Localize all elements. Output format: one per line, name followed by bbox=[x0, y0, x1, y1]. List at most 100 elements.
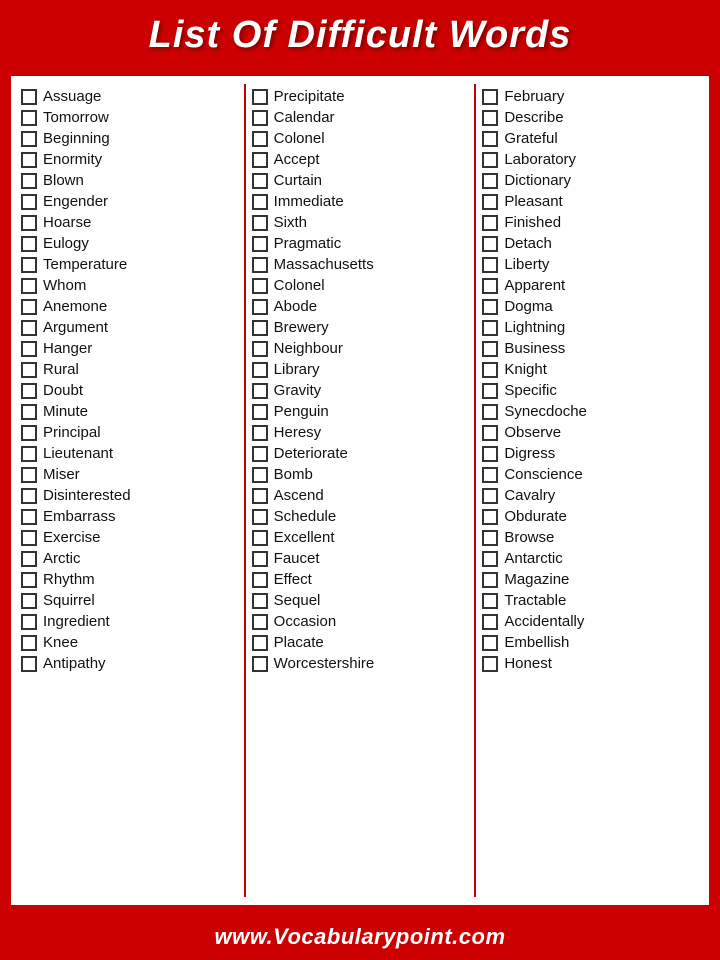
checkbox-icon[interactable] bbox=[252, 194, 268, 210]
list-item[interactable]: Obdurate bbox=[482, 506, 699, 527]
list-item[interactable]: Antarctic bbox=[482, 548, 699, 569]
list-item[interactable]: Precipitate bbox=[252, 86, 469, 107]
checkbox-icon[interactable] bbox=[252, 173, 268, 189]
checkbox-icon[interactable] bbox=[21, 320, 37, 336]
list-item[interactable]: Heresy bbox=[252, 422, 469, 443]
checkbox-icon[interactable] bbox=[21, 572, 37, 588]
list-item[interactable]: Observe bbox=[482, 422, 699, 443]
checkbox-icon[interactable] bbox=[252, 236, 268, 252]
list-item[interactable]: Describe bbox=[482, 107, 699, 128]
list-item[interactable]: Ascend bbox=[252, 485, 469, 506]
list-item[interactable]: Disinterested bbox=[21, 485, 238, 506]
checkbox-icon[interactable] bbox=[252, 488, 268, 504]
list-item[interactable]: Neighbour bbox=[252, 338, 469, 359]
list-item[interactable]: Embarrass bbox=[21, 506, 238, 527]
checkbox-icon[interactable] bbox=[482, 341, 498, 357]
checkbox-icon[interactable] bbox=[21, 467, 37, 483]
checkbox-icon[interactable] bbox=[21, 152, 37, 168]
list-item[interactable]: Embellish bbox=[482, 632, 699, 653]
list-item[interactable]: Lieutenant bbox=[21, 443, 238, 464]
checkbox-icon[interactable] bbox=[252, 362, 268, 378]
list-item[interactable]: Whom bbox=[21, 275, 238, 296]
checkbox-icon[interactable] bbox=[21, 341, 37, 357]
list-item[interactable]: Sixth bbox=[252, 212, 469, 233]
list-item[interactable]: Assuage bbox=[21, 86, 238, 107]
list-item[interactable]: Grateful bbox=[482, 128, 699, 149]
checkbox-icon[interactable] bbox=[482, 635, 498, 651]
checkbox-icon[interactable] bbox=[252, 89, 268, 105]
list-item[interactable]: Synecdoche bbox=[482, 401, 699, 422]
checkbox-icon[interactable] bbox=[482, 404, 498, 420]
checkbox-icon[interactable] bbox=[482, 257, 498, 273]
checkbox-icon[interactable] bbox=[21, 173, 37, 189]
checkbox-icon[interactable] bbox=[252, 131, 268, 147]
list-item[interactable]: Abode bbox=[252, 296, 469, 317]
list-item[interactable]: Lightning bbox=[482, 317, 699, 338]
checkbox-icon[interactable] bbox=[482, 551, 498, 567]
list-item[interactable]: Brewery bbox=[252, 317, 469, 338]
checkbox-icon[interactable] bbox=[21, 278, 37, 294]
list-item[interactable]: Magazine bbox=[482, 569, 699, 590]
checkbox-icon[interactable] bbox=[482, 509, 498, 525]
checkbox-icon[interactable] bbox=[252, 299, 268, 315]
list-item[interactable]: Faucet bbox=[252, 548, 469, 569]
list-item[interactable]: Detach bbox=[482, 233, 699, 254]
list-item[interactable]: Apparent bbox=[482, 275, 699, 296]
list-item[interactable]: Immediate bbox=[252, 191, 469, 212]
checkbox-icon[interactable] bbox=[21, 635, 37, 651]
checkbox-icon[interactable] bbox=[252, 467, 268, 483]
list-item[interactable]: February bbox=[482, 86, 699, 107]
checkbox-icon[interactable] bbox=[252, 446, 268, 462]
list-item[interactable]: Accidentally bbox=[482, 611, 699, 632]
list-item[interactable]: Excellent bbox=[252, 527, 469, 548]
checkbox-icon[interactable] bbox=[482, 89, 498, 105]
checkbox-icon[interactable] bbox=[252, 530, 268, 546]
checkbox-icon[interactable] bbox=[482, 215, 498, 231]
list-item[interactable]: Blown bbox=[21, 170, 238, 191]
checkbox-icon[interactable] bbox=[21, 404, 37, 420]
checkbox-icon[interactable] bbox=[482, 362, 498, 378]
list-item[interactable]: Placate bbox=[252, 632, 469, 653]
checkbox-icon[interactable] bbox=[21, 383, 37, 399]
list-item[interactable]: Massachusetts bbox=[252, 254, 469, 275]
list-item[interactable]: Pragmatic bbox=[252, 233, 469, 254]
list-item[interactable]: Enormity bbox=[21, 149, 238, 170]
checkbox-icon[interactable] bbox=[21, 656, 37, 672]
checkbox-icon[interactable] bbox=[252, 257, 268, 273]
checkbox-icon[interactable] bbox=[21, 194, 37, 210]
checkbox-icon[interactable] bbox=[482, 278, 498, 294]
list-item[interactable]: Gravity bbox=[252, 380, 469, 401]
list-item[interactable]: Miser bbox=[21, 464, 238, 485]
list-item[interactable]: Pleasant bbox=[482, 191, 699, 212]
checkbox-icon[interactable] bbox=[482, 593, 498, 609]
checkbox-icon[interactable] bbox=[482, 173, 498, 189]
list-item[interactable]: Penguin bbox=[252, 401, 469, 422]
list-item[interactable]: Business bbox=[482, 338, 699, 359]
list-item[interactable]: Ingredient bbox=[21, 611, 238, 632]
list-item[interactable]: Hoarse bbox=[21, 212, 238, 233]
list-item[interactable]: Conscience bbox=[482, 464, 699, 485]
checkbox-icon[interactable] bbox=[252, 635, 268, 651]
list-item[interactable]: Dictionary bbox=[482, 170, 699, 191]
list-item[interactable]: Deteriorate bbox=[252, 443, 469, 464]
checkbox-icon[interactable] bbox=[482, 656, 498, 672]
list-item[interactable]: Antipathy bbox=[21, 653, 238, 674]
list-item[interactable]: Honest bbox=[482, 653, 699, 674]
checkbox-icon[interactable] bbox=[252, 509, 268, 525]
list-item[interactable]: Digress bbox=[482, 443, 699, 464]
list-item[interactable]: Finished bbox=[482, 212, 699, 233]
checkbox-icon[interactable] bbox=[252, 593, 268, 609]
checkbox-icon[interactable] bbox=[482, 614, 498, 630]
list-item[interactable]: Minute bbox=[21, 401, 238, 422]
list-item[interactable]: Effect bbox=[252, 569, 469, 590]
checkbox-icon[interactable] bbox=[482, 236, 498, 252]
list-item[interactable]: Temperature bbox=[21, 254, 238, 275]
list-item[interactable]: Colonel bbox=[252, 275, 469, 296]
checkbox-icon[interactable] bbox=[252, 383, 268, 399]
checkbox-icon[interactable] bbox=[482, 131, 498, 147]
checkbox-icon[interactable] bbox=[252, 110, 268, 126]
checkbox-icon[interactable] bbox=[252, 572, 268, 588]
checkbox-icon[interactable] bbox=[21, 236, 37, 252]
checkbox-icon[interactable] bbox=[252, 404, 268, 420]
checkbox-icon[interactable] bbox=[21, 614, 37, 630]
